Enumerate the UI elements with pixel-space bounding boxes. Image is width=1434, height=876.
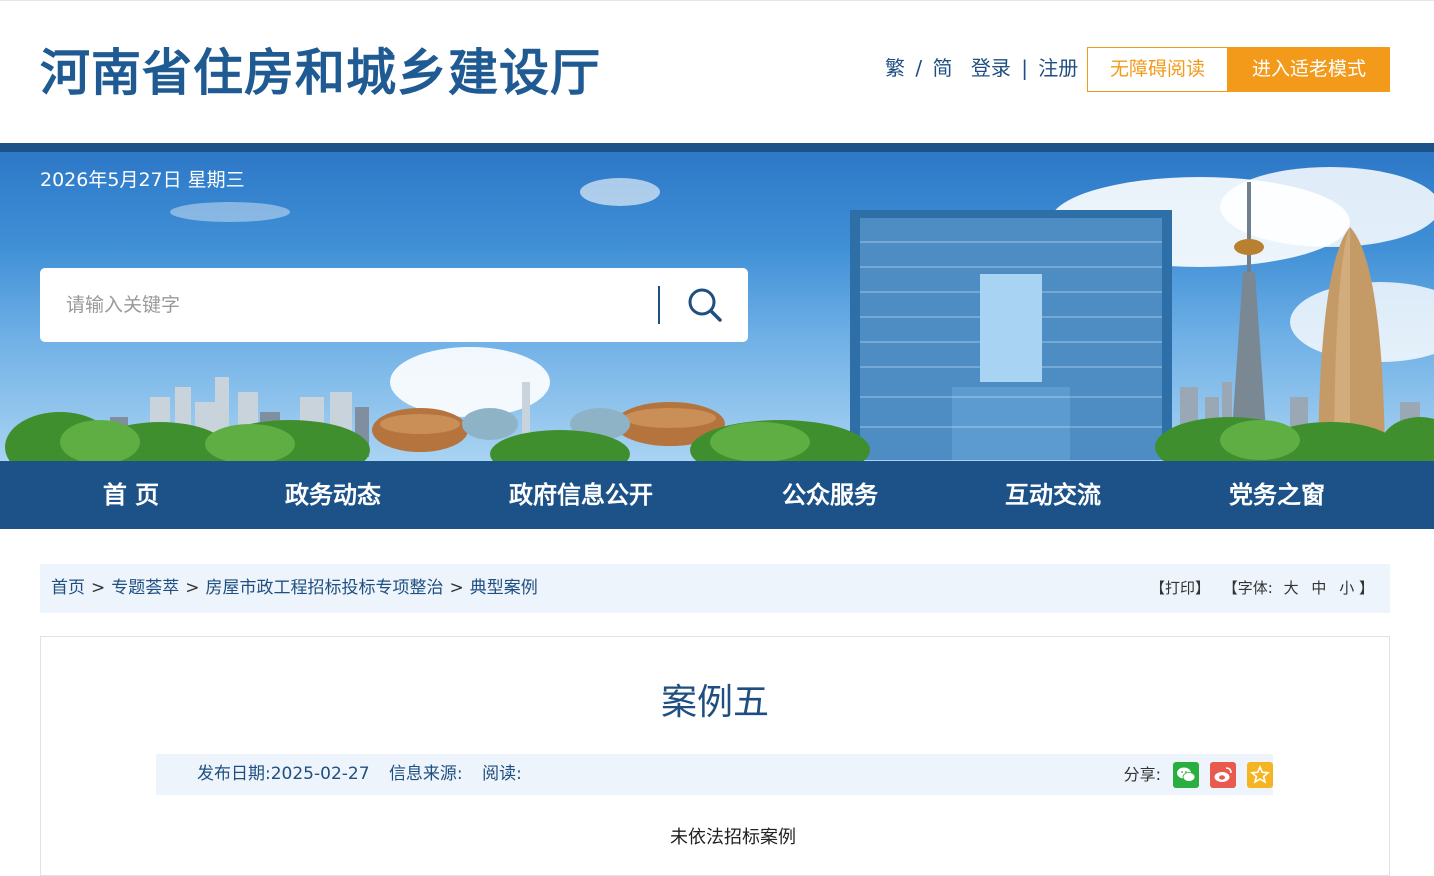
article-meta-bar: 发布日期:2025-02-27 信息来源: 阅读: 分享: [156, 754, 1273, 795]
article-subtitle: 未依法招标案例 [670, 827, 796, 848]
breadcrumb-item-home[interactable]: 首页 [51, 578, 85, 598]
article-tools: 【打印】 【字体: 大 中 小 】 [1150, 564, 1374, 613]
breadcrumb-item-topics[interactable]: 专题荟萃 [111, 578, 179, 598]
site-logo-title[interactable]: 河南省住房和城乡建设厅 [40, 39, 601, 107]
banner: 2026年5月27日 星期三 [0, 152, 1434, 461]
search-button[interactable] [680, 284, 730, 326]
lang-traditional-link[interactable]: 繁 [885, 56, 905, 80]
breadcrumb-separator: > [91, 578, 106, 598]
top-links: 繁 / 简 登录 | 注册 [885, 53, 1078, 83]
read-count: 阅读: [482, 764, 522, 784]
breadcrumb-item-cases[interactable]: 典型案例 [470, 578, 538, 598]
nav-item-news[interactable]: 政务动态 [262, 461, 404, 529]
nav-item-interaction[interactable]: 互动交流 [982, 461, 1124, 529]
banner-top-band [0, 143, 1434, 152]
current-date: 2026年5月27日 星期三 [40, 169, 245, 191]
nav-item-home[interactable]: 首 页 [60, 461, 202, 529]
nav-item-party[interactable]: 党务之窗 [1206, 461, 1348, 529]
font-size-small[interactable]: 小 [1339, 579, 1354, 597]
search-icon [688, 288, 722, 322]
font-size-large[interactable]: 大 [1284, 579, 1299, 597]
lang-simplified-link[interactable]: 简 [932, 56, 952, 80]
font-size-medium[interactable]: 中 [1311, 579, 1326, 597]
font-size-close: 】 [1358, 579, 1374, 597]
lang-separator: / [915, 56, 923, 80]
search-box [40, 268, 748, 342]
article-panel: 案例五 发布日期:2025-02-27 信息来源: 阅读: 分享: 未依法招标案… [40, 636, 1390, 876]
breadcrumb-separator: > [449, 578, 464, 598]
info-source: 信息来源: [388, 764, 463, 784]
share-label: 分享: [1123, 765, 1161, 784]
auth-separator: | [1021, 56, 1028, 80]
breadcrumb: 首页 > 专题荟萃 > 房屋市政工程招标投标专项整治 > 典型案例 【打印】 【字体: 大 … [40, 564, 1390, 613]
share-wechat-button[interactable] [1173, 762, 1199, 788]
print-button[interactable]: 【打印】 [1150, 579, 1210, 597]
nav-item-public-service[interactable]: 公众服务 [759, 461, 901, 529]
login-link[interactable]: 登录 [971, 56, 1011, 80]
font-size-label: 【字体: [1222, 579, 1273, 597]
article-meta-info: 发布日期:2025-02-27 信息来源: 阅读: [197, 754, 536, 795]
site-header: 河南省住房和城乡建设厅 繁 / 简 登录 | 注册 无障碍阅读 进入适老模式 [0, 0, 1434, 143]
search-input[interactable] [66, 286, 666, 324]
breadcrumb-separator: > [185, 578, 200, 598]
weibo-icon [1214, 767, 1232, 782]
wechat-icon [1177, 767, 1196, 782]
favorite-button[interactable] [1247, 762, 1273, 788]
accessibility-reading-button[interactable]: 无障碍阅读 [1087, 47, 1228, 92]
publish-date: 发布日期:2025-02-27 [197, 764, 370, 784]
register-link[interactable]: 注册 [1038, 56, 1078, 80]
star-icon [1250, 764, 1270, 784]
main-nav: 首 页 政务动态 政府信息公开 公众服务 互动交流 党务之窗 [0, 461, 1434, 529]
breadcrumb-path: 首页 > 专题荟萃 > 房屋市政工程招标投标专项整治 > 典型案例 [51, 564, 538, 613]
article-title: 案例五 [660, 682, 769, 723]
nav-item-gov-info[interactable]: 政府信息公开 [484, 461, 678, 529]
share-weibo-button[interactable] [1210, 762, 1236, 788]
elder-mode-button[interactable]: 进入适老模式 [1228, 47, 1390, 92]
breadcrumb-item-bidding[interactable]: 房屋市政工程招标投标专项整治 [206, 578, 444, 598]
search-divider [658, 286, 660, 324]
